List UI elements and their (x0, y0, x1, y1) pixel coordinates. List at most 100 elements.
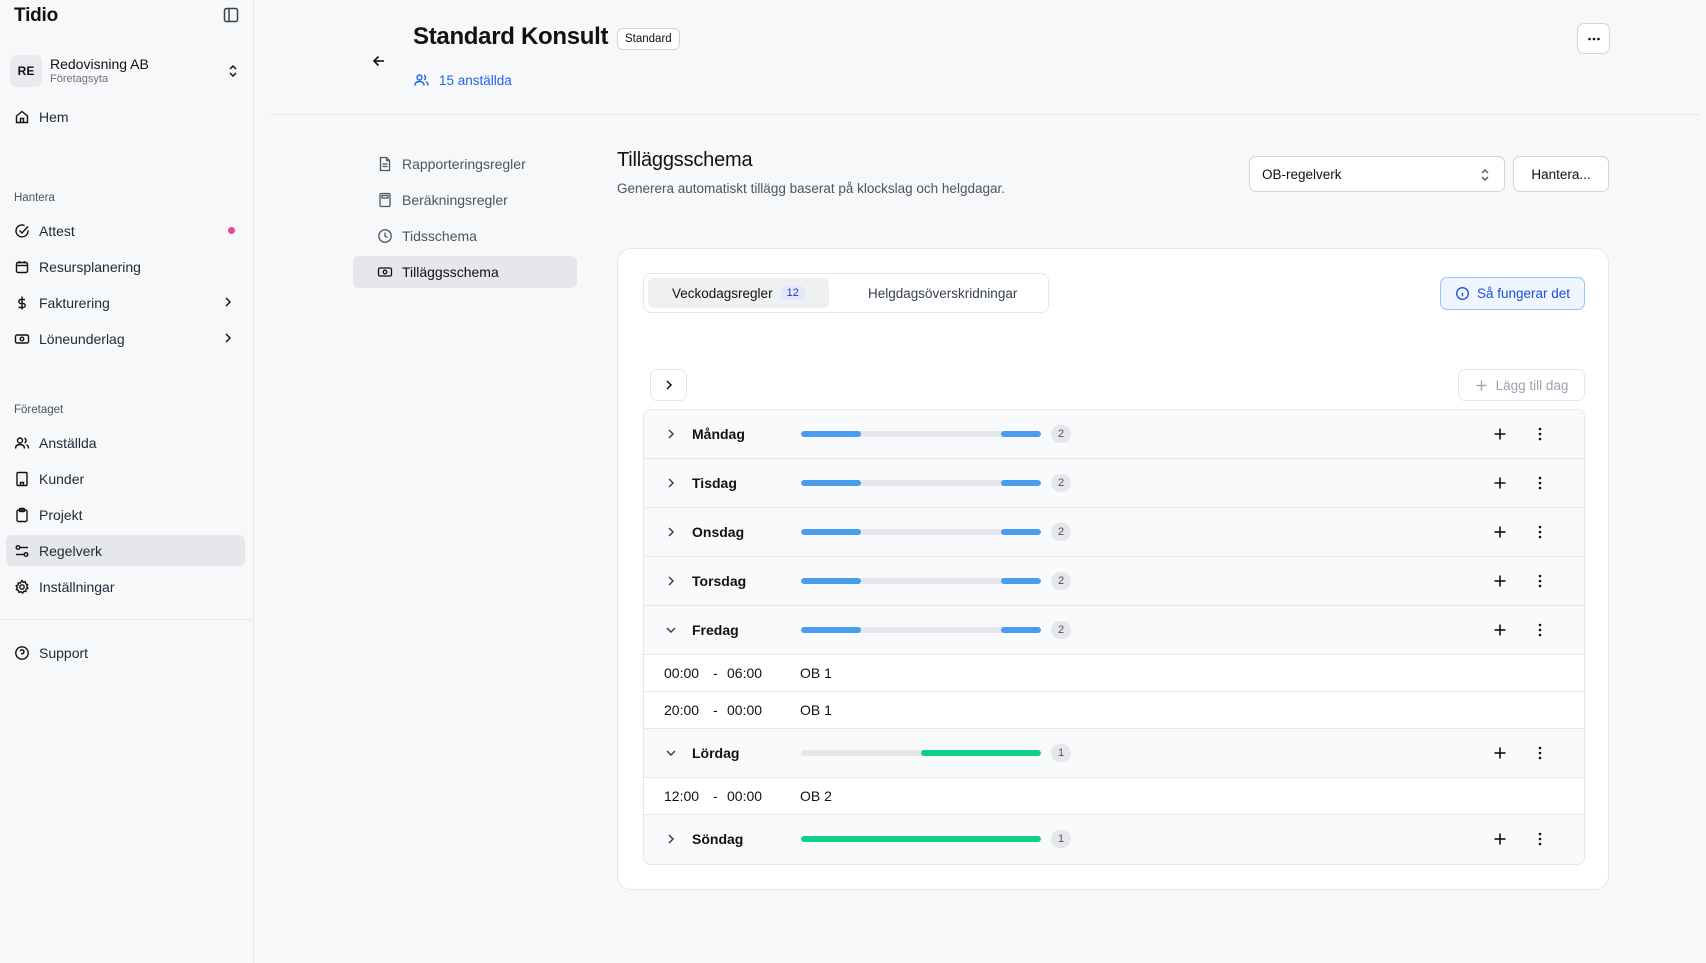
gear-icon (15, 578, 29, 594)
company-name: Redovisning AB (50, 56, 149, 72)
subnav-reporting-rules[interactable]: Rapporteringsregler (353, 148, 577, 180)
more-options-button[interactable] (1577, 23, 1610, 54)
rule-row[interactable]: 12:00 - 00:00 OB 2 (644, 778, 1584, 815)
rules-icon (15, 544, 29, 557)
day-timeline-bar (801, 529, 1041, 535)
rule-supplement-name: OB 1 (800, 665, 832, 681)
sidebar-item-payroll[interactable]: Löneunderlag (6, 323, 245, 354)
company-subtitle: Företagsyta (50, 73, 109, 85)
sidebar-item-label: Attest (39, 222, 75, 239)
sidebar-item-label: Support (39, 644, 89, 661)
file-text-icon (379, 156, 391, 172)
timeline-segment (1001, 480, 1041, 486)
chevron-right-icon (668, 834, 675, 844)
day-timeline-bar (801, 480, 1041, 486)
subnav-time-schedule[interactable]: Tidsschema (353, 220, 577, 252)
calculator-icon (379, 192, 391, 208)
rule-start-time: 20:00 (664, 702, 700, 718)
sidebar-item-support[interactable]: Support (6, 637, 245, 668)
more-vertical-icon[interactable] (1531, 744, 1549, 762)
day-name: Fredag (692, 622, 739, 638)
plus-icon[interactable] (1491, 523, 1509, 541)
plus-icon[interactable] (1491, 621, 1509, 639)
plus-icon[interactable] (1491, 474, 1509, 492)
check-circle-icon (15, 223, 29, 238)
back-arrow-icon[interactable] (370, 52, 388, 70)
day-row-sunday[interactable]: Söndag 1 (644, 815, 1584, 864)
company-switcher[interactable]: RE Redovisning AB Företagsyta (10, 52, 242, 90)
chevron-right-icon (668, 478, 675, 488)
more-vertical-icon[interactable] (1531, 474, 1549, 492)
more-vertical-icon[interactable] (1531, 830, 1549, 848)
rule-row[interactable]: 00:00 - 06:00 OB 1 (644, 655, 1584, 692)
timeline-segment (1001, 431, 1041, 437)
subnav-calculation-rules[interactable]: Beräkningsregler (353, 184, 577, 216)
sidebar-item-resource-planning[interactable]: Resursplanering (6, 251, 245, 282)
chevron-right-icon (668, 527, 675, 537)
subnav-label: Tidsschema (402, 228, 477, 244)
sidebar-item-label: Kunder (39, 470, 85, 487)
ruleset-select[interactable]: OB-regelverk (1249, 156, 1505, 192)
sidebar-item-home[interactable]: Hem (6, 101, 245, 132)
time-separator: - (713, 665, 718, 681)
tab-count-badge: 12 (780, 286, 805, 300)
users-icon (14, 436, 30, 449)
sidebar-toggle-icon[interactable] (222, 6, 240, 24)
subnav-supplement-schedule[interactable]: Tilläggsschema (353, 256, 577, 288)
day-timeline-bar (801, 431, 1041, 437)
sidebar-item-settings[interactable]: Inställningar (6, 571, 245, 602)
how-it-works-button[interactable]: Så fungerar det (1440, 277, 1585, 310)
employees-link[interactable]: 15 anställda (413, 72, 512, 88)
sidebar-item-billing[interactable]: Fakturering (6, 287, 245, 318)
rule-start-time: 00:00 (664, 665, 700, 681)
chevron-right-icon (665, 380, 672, 390)
sidebar-item-rules[interactable]: Regelverk (6, 535, 245, 566)
day-row-tuesday[interactable]: Tisdag 2 (644, 459, 1584, 508)
tab-label: Helgdagsöverskridningar (868, 285, 1018, 301)
subnav-label: Rapporteringsregler (402, 156, 526, 172)
app-logo: Tidio (14, 5, 59, 26)
add-day-button[interactable]: Lägg till dag (1458, 369, 1585, 401)
chevrons-up-down-icon (1481, 169, 1489, 181)
timeline-segment (921, 750, 1041, 756)
header-divider (270, 114, 1700, 115)
day-timeline-bar (801, 578, 1041, 584)
day-timeline-bar (801, 750, 1041, 756)
plus-icon[interactable] (1491, 744, 1509, 762)
rule-row[interactable]: 20:00 - 00:00 OB 1 (644, 692, 1584, 729)
sidebar-item-employees[interactable]: Anställda (6, 427, 245, 458)
day-name: Söndag (692, 831, 744, 847)
sidebar-divider (0, 619, 253, 620)
plus-icon[interactable] (1491, 572, 1509, 590)
timeline-segment (1001, 627, 1041, 633)
content-subtitle: Generera automatiskt tillägg baserat på … (617, 181, 1005, 196)
more-vertical-icon[interactable] (1531, 572, 1549, 590)
manage-button[interactable]: Hantera... (1513, 156, 1609, 192)
timeline-segment (801, 480, 861, 486)
sidebar-item-projects[interactable]: Projekt (6, 499, 245, 530)
more-vertical-icon[interactable] (1531, 425, 1549, 443)
plus-icon[interactable] (1491, 425, 1509, 443)
sidebar-item-attest[interactable]: Attest (6, 215, 245, 246)
sidebar-item-customers[interactable]: Kunder (6, 463, 245, 494)
expand-all-button[interactable] (650, 369, 687, 401)
day-row-thursday[interactable]: Torsdag 2 (644, 557, 1584, 606)
plus-icon[interactable] (1491, 830, 1509, 848)
day-row-wednesday[interactable]: Onsdag 2 (644, 508, 1584, 557)
tab-weekday-rules[interactable]: Veckodagsregler 12 (648, 278, 829, 308)
more-vertical-icon[interactable] (1531, 621, 1549, 639)
sidebar-item-label: Resursplanering (39, 258, 141, 275)
section-label-company: Företaget (14, 404, 64, 416)
more-vertical-icon[interactable] (1531, 523, 1549, 541)
day-name: Onsdag (692, 524, 745, 540)
sidebar-item-label: Regelverk (39, 542, 103, 559)
day-row-saturday[interactable]: Lördag 1 (644, 729, 1584, 778)
tab-holiday-overrides[interactable]: Helgdagsöverskridningar (844, 278, 1041, 308)
day-row-monday[interactable]: Måndag 2 (644, 410, 1584, 459)
rule-count-badge: 1 (1051, 830, 1071, 848)
day-row-friday[interactable]: Fredag 2 (644, 606, 1584, 655)
timeline-segment (801, 627, 861, 633)
building-icon (16, 471, 28, 486)
chevron-right-icon (668, 429, 675, 439)
rule-count-badge: 2 (1051, 425, 1071, 443)
